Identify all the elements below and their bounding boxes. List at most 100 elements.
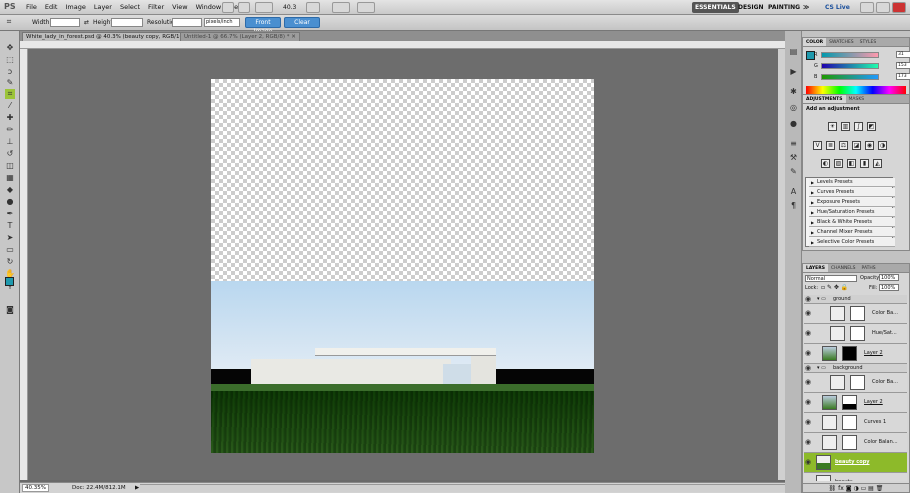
- zoom-field[interactable]: 40.35%: [22, 484, 49, 492]
- workspace-painting[interactable]: PAINTING: [765, 2, 803, 13]
- preset-curves[interactable]: Curves Presets: [809, 188, 895, 197]
- layer-row[interactable]: ◉ Color Balan...: [804, 433, 907, 453]
- zoom-level-menu[interactable]: 40.3: [283, 4, 296, 11]
- 3d-rotate-tool-icon[interactable]: ↻: [5, 257, 15, 267]
- preset-levels[interactable]: Levels Presets: [809, 178, 895, 187]
- curves-icon[interactable]: ∫: [854, 122, 863, 131]
- arrange-documents-button[interactable]: [332, 2, 350, 13]
- close-icon[interactable]: ✕: [291, 34, 296, 40]
- vibrance-icon[interactable]: V: [813, 141, 822, 150]
- brush-tool-icon[interactable]: ✏: [5, 125, 15, 135]
- clone-stamp-tool-icon[interactable]: ⊥: [5, 137, 15, 147]
- layer-row-selected[interactable]: ◉ beauty copy: [804, 453, 907, 473]
- healing-brush-tool-icon[interactable]: ✚: [5, 113, 15, 123]
- view-extras-button[interactable]: [255, 2, 273, 13]
- invert-icon[interactable]: ◐: [821, 159, 830, 168]
- preset-exposure[interactable]: Exposure Presets: [809, 198, 895, 207]
- notes-icon[interactable]: ✎: [789, 167, 798, 176]
- menu-window[interactable]: Window: [196, 3, 222, 11]
- layer-row[interactable]: ◉ Color Ba...: [804, 373, 907, 393]
- eyedropper-tool-icon[interactable]: ⁄: [5, 101, 15, 111]
- gradient-tool-icon[interactable]: ▦: [5, 173, 15, 183]
- tab-swatches[interactable]: SWATCHES: [826, 38, 857, 46]
- crop-tool-icon[interactable]: ⌗: [4, 17, 14, 27]
- height-input[interactable]: [111, 18, 143, 27]
- quick-select-tool-icon[interactable]: ✎: [5, 78, 15, 88]
- posterize-icon[interactable]: ▨: [834, 159, 843, 168]
- status-menu-arrow-icon[interactable]: ▶: [135, 485, 139, 491]
- opacity-input[interactable]: 100%: [879, 274, 899, 281]
- path-select-tool-icon[interactable]: ➤: [5, 233, 15, 243]
- menu-layer[interactable]: Layer: [94, 3, 112, 11]
- minimize-button[interactable]: [860, 2, 874, 13]
- green-value[interactable]: 153: [896, 62, 910, 69]
- workspace-essentials[interactable]: ESSENTIALS: [692, 2, 739, 13]
- layer-row[interactable]: ◉ Curves 1: [804, 413, 907, 433]
- layer-row[interactable]: ◉ Hue/Sat...: [804, 324, 907, 344]
- crop-tool-icon[interactable]: ⌗: [5, 89, 15, 99]
- maximize-button[interactable]: [876, 2, 890, 13]
- dodge-tool-icon[interactable]: ●: [5, 197, 15, 207]
- blue-value[interactable]: 173: [896, 73, 910, 80]
- history-brush-tool-icon[interactable]: ↺: [5, 149, 15, 159]
- color-spectrum[interactable]: [806, 86, 906, 94]
- eraser-tool-icon[interactable]: ◫: [5, 161, 15, 171]
- screen-mode-button[interactable]: [357, 2, 375, 13]
- eye-icon[interactable]: ◉: [805, 310, 811, 317]
- eye-icon[interactable]: ◉: [805, 350, 811, 357]
- menu-file[interactable]: File: [26, 3, 37, 11]
- brush-presets-icon[interactable]: ✱: [789, 87, 798, 96]
- gradient-map-icon[interactable]: ▮: [860, 159, 869, 168]
- color-balance-icon[interactable]: ⚖: [839, 141, 848, 150]
- character-icon[interactable]: A: [789, 187, 798, 196]
- bridge-button[interactable]: [222, 2, 234, 13]
- selective-color-icon[interactable]: ◭: [873, 159, 882, 168]
- layer-row[interactable]: ◉ Layer 2: [804, 344, 907, 364]
- layer-row[interactable]: ◉ Layer 2: [804, 393, 907, 413]
- mini-bridge-button[interactable]: [238, 2, 250, 13]
- lock-icons[interactable]: ▫ ✎ ✥ 🔒: [821, 284, 848, 291]
- green-slider[interactable]: [821, 63, 879, 69]
- paragraph-mark-icon[interactable]: ¶: [789, 201, 798, 210]
- preset-selective-color[interactable]: Selective Color Presets: [809, 238, 895, 247]
- units-select[interactable]: pixels/inch: [204, 18, 240, 27]
- threshold-icon[interactable]: ◧: [847, 159, 856, 168]
- layer-group-background[interactable]: ◉ ▾ ▭ background: [804, 364, 907, 373]
- workspace-more[interactable]: ≫: [800, 2, 812, 13]
- fill-input[interactable]: 100%: [879, 284, 899, 291]
- menu-image[interactable]: Image: [65, 3, 85, 11]
- eye-icon[interactable]: ◉: [805, 296, 811, 303]
- channel-mixer-icon[interactable]: ◑: [878, 141, 887, 150]
- close-button[interactable]: [892, 2, 906, 13]
- vertical-scrollbar[interactable]: [778, 49, 785, 480]
- info-icon[interactable]: ●: [789, 119, 798, 128]
- tab-layers[interactable]: LAYERS: [803, 264, 828, 272]
- menu-edit[interactable]: Edit: [45, 3, 58, 11]
- lasso-tool-icon[interactable]: ↄ: [5, 67, 15, 77]
- pen-tool-icon[interactable]: ✒: [5, 209, 15, 219]
- hand-tool-button[interactable]: [306, 2, 320, 13]
- paragraph-icon[interactable]: ≡: [789, 139, 798, 148]
- brightness-contrast-icon[interactable]: ☀: [828, 122, 837, 131]
- tab-masks[interactable]: MASKS: [846, 95, 868, 103]
- layer-row[interactable]: ◉ Color Ba...: [804, 304, 907, 324]
- menu-view[interactable]: View: [172, 3, 187, 11]
- width-input[interactable]: [50, 18, 80, 27]
- clone-source-icon[interactable]: ◎: [789, 103, 798, 112]
- type-tool-icon[interactable]: T: [5, 221, 15, 231]
- eye-icon[interactable]: ◉: [805, 365, 811, 372]
- foreground-color-swatch[interactable]: [5, 277, 14, 286]
- tab-white-lady[interactable]: White_lady_in_forest.psd @ 40.3% (beauty…: [22, 32, 200, 41]
- eye-icon[interactable]: ◉: [805, 459, 811, 466]
- tab-styles[interactable]: STYLES: [857, 38, 880, 46]
- tab-paths[interactable]: PATHS: [859, 264, 879, 272]
- blue-slider[interactable]: [821, 74, 879, 80]
- front-image-button[interactable]: Front Image: [245, 17, 281, 35]
- layers-footer-icons[interactable]: ⛓ fx ◙ ◑ ▭ ▤ 🗑: [803, 483, 909, 492]
- red-slider[interactable]: [821, 52, 879, 58]
- preset-black-white[interactable]: Black & White Presets: [809, 218, 895, 227]
- document-canvas[interactable]: [211, 79, 594, 453]
- quick-mask-icon[interactable]: ◙: [5, 305, 15, 315]
- clear-button[interactable]: Clear: [284, 17, 320, 28]
- shape-tool-icon[interactable]: ▭: [5, 245, 15, 255]
